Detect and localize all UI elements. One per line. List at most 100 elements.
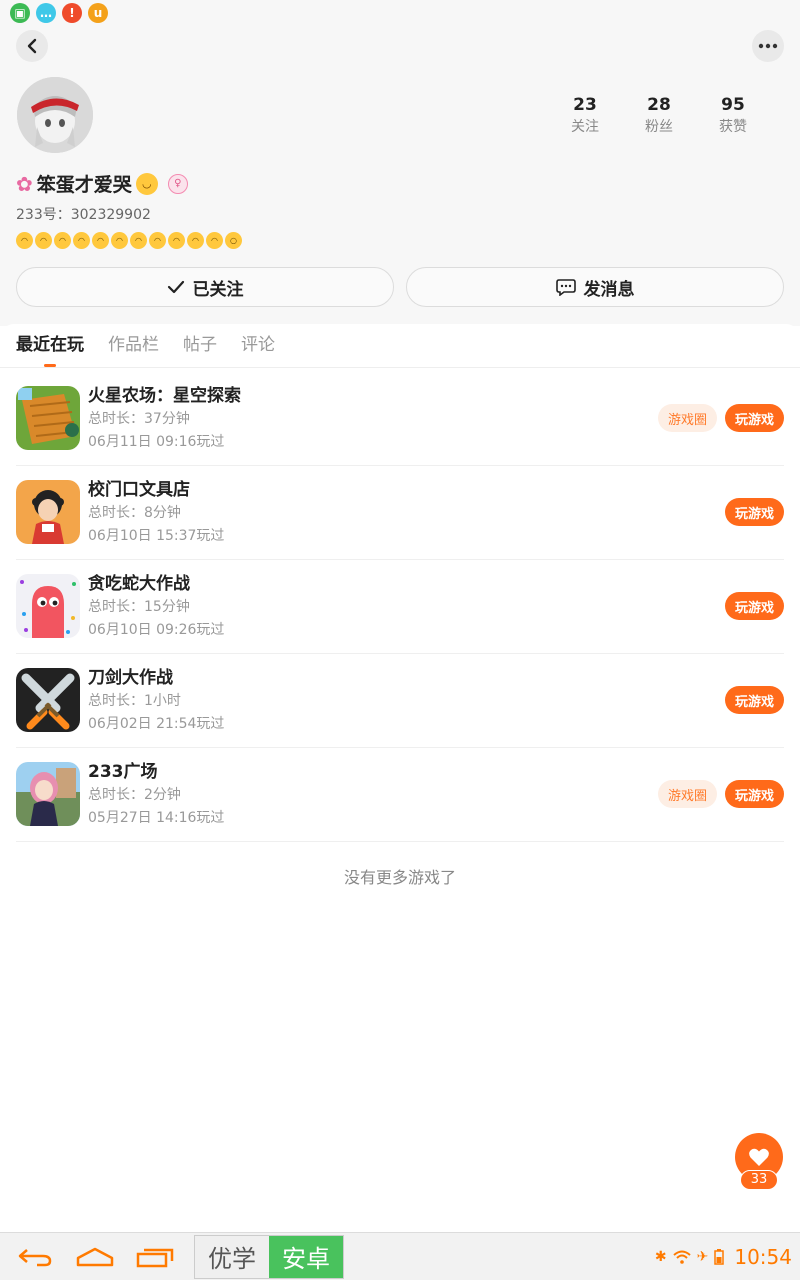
sleepy-emoji-icon: ◠	[130, 232, 147, 249]
profile-tabs: 最近在玩 作品栏 帖子 评论	[0, 324, 800, 368]
gallery-notification-icon: ▣	[10, 3, 30, 23]
tab-works[interactable]: 作品栏	[108, 324, 159, 367]
sleepy-emoji-icon: ◠	[92, 232, 109, 249]
chevron-left-icon	[27, 38, 37, 54]
alert-notification-icon: !	[62, 3, 82, 23]
play-game-button[interactable]: 玩游戏	[724, 686, 784, 714]
stat-number: 23	[573, 95, 597, 115]
play-game-button[interactable]: 玩游戏	[724, 780, 784, 808]
wifi-icon	[672, 1250, 691, 1264]
game-icon-mars-farm	[16, 386, 80, 450]
sleepy-emoji-icon: ◠	[16, 232, 33, 249]
game-icon-233-square	[16, 762, 80, 826]
more-dots-icon	[758, 43, 778, 49]
sleepy-emoji-icon: ◠	[73, 232, 90, 249]
u-notification-icon: u	[88, 3, 108, 23]
status-tray: ✱ ✈ 10:54	[655, 1233, 792, 1280]
chat-notification-icon: …	[36, 3, 56, 23]
recents-icon	[136, 1248, 174, 1267]
game-name: 233广场	[88, 762, 158, 782]
sleepy-emoji-icon: ◠	[206, 232, 223, 249]
like-count: 33	[740, 1170, 778, 1190]
user-id: 233号：302329902	[16, 207, 151, 223]
system-nav-bar: 优学 安卓 ✱ ✈ 10:54	[0, 1232, 800, 1280]
game-duration: 总时长：2分钟	[88, 787, 181, 803]
list-item[interactable]: 火星农场：星空探索 总时长：37分钟 06月11日 09:16玩过 游戏圈 玩游…	[16, 372, 784, 466]
nickname: 笨蛋才爱哭	[36, 174, 132, 196]
tab-comments[interactable]: 评论	[241, 324, 275, 367]
signature-emojis: ◠ ◠ ◠ ◠ ◠ ◠ ◠ ◠ ◠ ◠ ◠ ○	[16, 232, 242, 249]
home-icon	[76, 1247, 114, 1266]
airplane-icon: ✈	[696, 1249, 709, 1265]
list-item[interactable]: 贪吃蛇大作战 总时长：15分钟 06月10日 09:26玩过 玩游戏	[16, 560, 784, 654]
game-name: 贪吃蛇大作战	[88, 574, 190, 594]
follow-label: 已关注	[192, 279, 244, 300]
sleepy-emoji-icon: ◠	[111, 232, 128, 249]
profile-header: 23 关注 28 粉丝 95 获赞 ✿ 笨蛋才爱哭 ◡ ♀ 233号：30232…	[0, 26, 800, 326]
check-icon	[167, 280, 184, 294]
recents-nav-button[interactable]	[130, 1237, 180, 1277]
more-button[interactable]	[752, 30, 784, 62]
game-name: 火星农场：星空探索	[88, 386, 241, 406]
avatar[interactable]	[17, 77, 93, 153]
notification-bar: ▣ … ! u	[0, 0, 800, 26]
game-duration: 总时长：1小时	[88, 693, 181, 709]
sleepy-emoji-icon: ◠	[35, 232, 52, 249]
battery-icon	[714, 1249, 725, 1265]
stat-likes[interactable]: 95 获赞	[696, 94, 770, 138]
ime-android[interactable]: 安卓	[269, 1235, 343, 1278]
game-name: 刀剑大作战	[88, 668, 173, 688]
message-label: 发消息	[583, 279, 635, 300]
stat-following[interactable]: 23 关注	[548, 94, 622, 138]
back-nav-button[interactable]	[10, 1237, 60, 1277]
no-more-games-text: 没有更多游戏了	[343, 868, 456, 887]
home-nav-button[interactable]	[70, 1237, 120, 1277]
game-last-played: 06月02日 21:54玩过	[88, 716, 225, 732]
play-game-button[interactable]: 玩游戏	[724, 404, 784, 432]
flower-icon: ✿	[16, 171, 33, 196]
back-arrow-icon	[18, 1248, 52, 1266]
stat-followers[interactable]: 28 粉丝	[622, 94, 696, 138]
ime-youxue[interactable]: 优学	[195, 1235, 269, 1278]
scream-emoji-icon: ○	[225, 232, 242, 249]
heart-icon	[749, 1148, 769, 1166]
tab-posts[interactable]: 帖子	[183, 324, 217, 367]
game-icon-stationery-shop	[16, 480, 80, 544]
input-method-switcher[interactable]: 优学 安卓	[194, 1234, 344, 1279]
game-icon-snake	[16, 574, 80, 638]
chat-bubble-icon	[555, 279, 576, 296]
game-icon-sword-battle	[16, 668, 80, 732]
game-last-played: 06月11日 09:16玩过	[88, 434, 225, 450]
game-last-played: 05月27日 14:16玩过	[88, 810, 225, 826]
game-duration: 总时长：37分钟	[88, 411, 190, 427]
game-last-played: 06月10日 09:26玩过	[88, 622, 225, 638]
stat-number: 95	[721, 95, 745, 115]
follow-button[interactable]: 已关注	[16, 267, 394, 307]
back-button[interactable]	[16, 30, 48, 62]
profile-stats: 23 关注 28 粉丝 95 获赞	[548, 94, 770, 138]
game-duration: 总时长：8分钟	[88, 505, 181, 521]
sleepy-emoji-icon: ◠	[187, 232, 204, 249]
bluetooth-icon: ✱	[654, 1249, 667, 1265]
stat-label: 获赞	[719, 119, 747, 135]
sleepy-emoji-icon: ◠	[54, 232, 71, 249]
game-last-played: 06月10日 15:37玩过	[88, 528, 225, 544]
play-game-button[interactable]: 玩游戏	[724, 592, 784, 620]
game-circle-button[interactable]: 游戏圈	[657, 404, 717, 432]
play-game-button[interactable]: 玩游戏	[724, 498, 784, 526]
stat-number: 28	[647, 95, 671, 115]
stat-label: 关注	[571, 119, 599, 135]
sleepy-emoji-icon: ◠	[168, 232, 185, 249]
grin-emoji-icon: ◡	[135, 172, 158, 195]
game-list: 火星农场：星空探索 总时长：37分钟 06月11日 09:16玩过 游戏圈 玩游…	[0, 372, 800, 842]
clock: 10:54	[734, 1245, 792, 1269]
game-circle-button[interactable]: 游戏圈	[657, 780, 717, 808]
list-item[interactable]: 233广场 总时长：2分钟 05月27日 14:16玩过 游戏圈 玩游戏	[16, 748, 784, 842]
tab-recent-played[interactable]: 最近在玩	[16, 324, 84, 367]
nickname-row: ✿ 笨蛋才爱哭 ◡ ♀	[16, 170, 188, 197]
list-item[interactable]: 刀剑大作战 总时长：1小时 06月02日 21:54玩过 玩游戏	[16, 654, 784, 748]
message-button[interactable]: 发消息	[406, 267, 784, 307]
game-name: 校门口文具店	[88, 480, 190, 500]
list-item[interactable]: 校门口文具店 总时长：8分钟 06月10日 15:37玩过 玩游戏	[16, 466, 784, 560]
sleepy-emoji-icon: ◠	[149, 232, 166, 249]
